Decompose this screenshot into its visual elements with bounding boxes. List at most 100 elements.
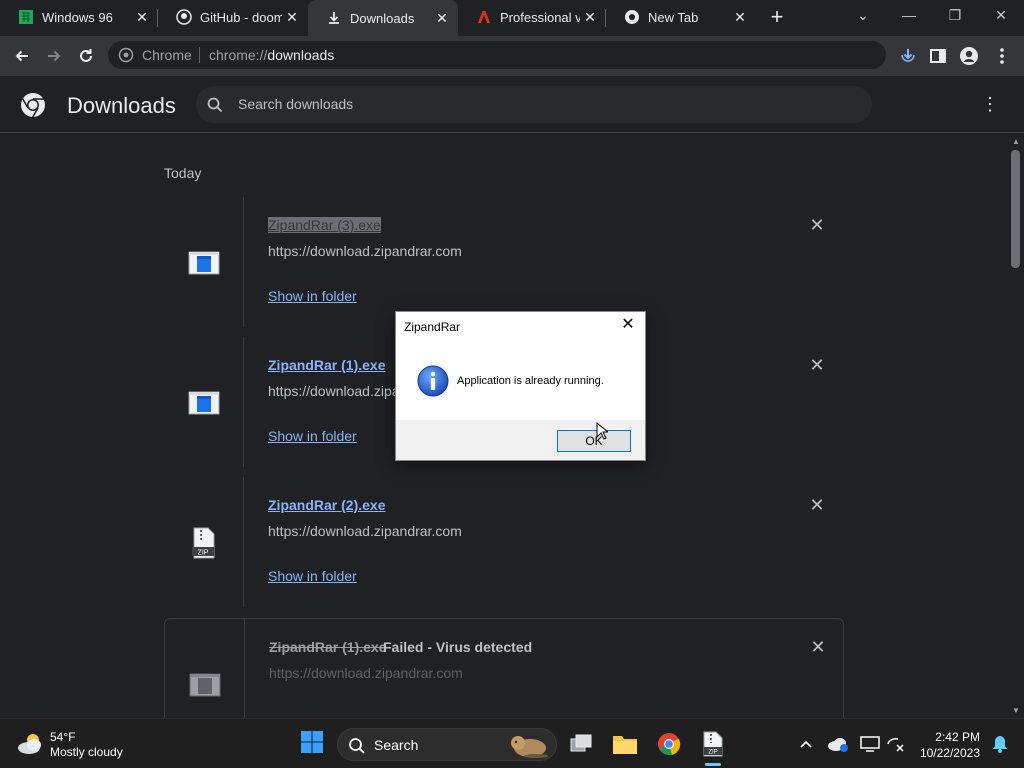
tab-github[interactable]: GitHub - doom ✕ [158,0,308,34]
show-in-folder-link[interactable]: Show in folder [268,428,357,444]
zip-app-taskbar-icon[interactable]: ZIP [697,728,729,760]
remove-download-icon[interactable]: ✕ [807,355,827,375]
system-clock[interactable]: 2:42 PM 10/22/2023 [920,729,980,761]
tab-close-icon[interactable]: ✕ [282,7,302,27]
weather-widget[interactable]: 54°F Mostly cloudy [16,729,156,759]
chrome-scheme-icon [118,47,134,63]
scroll-up-icon[interactable]: ▲ [1011,137,1021,147]
forward-arrow-icon[interactable] [40,42,68,70]
download-file-name: ZipandRar (1).exe [269,639,387,655]
exe-file-icon [188,247,220,279]
tab-close-icon[interactable]: ✕ [132,7,152,27]
window-close-icon[interactable]: ✕ [978,0,1024,30]
file-icon-column [164,337,244,467]
mouse-cursor-icon [596,421,610,445]
file-icon-column: ZIP [164,477,244,607]
remove-download-icon[interactable]: ✕ [808,637,828,657]
date-heading: Today [164,165,202,181]
download-item: ZIP ZipandRar (2).exe https://download.z… [164,477,844,607]
tab-close-icon[interactable]: ✕ [432,8,452,28]
download-icon [326,10,342,26]
start-button[interactable] [296,728,328,760]
url-text[interactable]: chrome://downloads [209,47,334,63]
show-hidden-icons-chevron-icon[interactable] [790,728,822,760]
tab-new-tab[interactable]: New Tab ✕ [606,0,756,34]
downloads-toolbar-icon[interactable] [894,42,922,70]
search-highlight-illustration-icon [506,731,550,764]
tab-professional[interactable]: Professional vi ✕ [458,0,606,34]
windows96-icon [18,9,34,25]
clock-time: 2:42 PM [935,730,980,744]
active-app-indicator [705,763,721,766]
network-muted-icon[interactable] [880,728,912,760]
info-icon [417,365,449,397]
new-tab-plus-icon[interactable]: + [766,6,788,28]
taskbar-search-label: Search [374,737,419,753]
reload-icon[interactable] [72,42,100,70]
download-file-name[interactable]: ZipandRar (2).exe [268,497,385,513]
dialog-close-icon[interactable]: ✕ [619,316,637,334]
download-file-name[interactable]: ZipandRar (3).exe [268,217,381,233]
page-title: Downloads [67,93,176,118]
weather-temperature: 54°F [50,730,76,744]
download-status: Failed - Virus detected [383,639,533,655]
profile-avatar-icon[interactable] [955,42,983,70]
address-bar[interactable]: Chrome chrome://downloads [108,41,886,69]
tab-title: New Tab [648,9,699,25]
taskbar-search-icon [348,737,366,760]
show-in-folder-link[interactable]: Show in folder [268,568,357,584]
tab-title: Downloads [350,10,415,26]
remove-download-icon[interactable]: ✕ [807,495,827,515]
download-source-url: https://download.zipandrar.com [269,665,463,681]
adobe-icon [476,9,492,25]
side-panel-icon[interactable] [924,42,952,70]
exe-file-icon [189,669,221,701]
tab-search-chevron-icon[interactable]: ⌄ [840,0,886,30]
tab-title: GitHub - doom [200,9,282,25]
exe-file-icon [188,387,220,419]
task-view-icon[interactable] [565,728,597,760]
taskbar-search-box[interactable]: Search [337,728,557,761]
tab-downloads[interactable]: Downloads ✕ [308,0,458,36]
restore-icon[interactable]: ❐ [932,0,978,30]
back-arrow-icon[interactable] [8,42,36,70]
file-explorer-icon[interactable] [609,728,641,760]
scrollbar-thumb[interactable] [1011,150,1020,268]
cloudy-weather-icon [16,731,46,762]
search-downloads-box[interactable] [196,86,872,123]
chrome-taskbar-icon[interactable] [653,728,685,760]
show-in-folder-link[interactable]: Show in folder [268,288,357,304]
page-scrollbar[interactable]: ▲ ▼ [1008,134,1024,718]
onedrive-icon[interactable] [822,728,854,760]
tab-strip: Windows 96 ✕ GitHub - doom ✕ Downloads ✕… [0,0,1024,36]
windows-taskbar: 54°F Mostly cloudy Search ZIP 2:42 PM 10… [0,718,1024,768]
tab-windows96[interactable]: Windows 96 ✕ [0,0,158,34]
tab-close-icon[interactable]: ✕ [580,7,600,27]
file-icon-column [165,619,245,718]
download-item: ZipandRar (3).exe https://download.zipan… [164,197,844,327]
github-icon [176,9,192,25]
url-host: downloads [267,47,335,63]
ok-button[interactable]: OK [557,430,631,452]
remove-download-icon[interactable]: ✕ [807,215,827,235]
search-input[interactable] [238,94,838,114]
tab-close-icon[interactable]: ✕ [730,7,750,27]
download-source-url: https://download.zipandrar.com [268,243,462,259]
minimize-icon[interactable]: — [886,0,932,30]
chrome-menu-icon[interactable] [988,42,1016,70]
tab-title: Professional vi [500,9,580,25]
dialog-title: ZipandRar [404,320,461,334]
notification-bell-icon[interactable] [984,728,1016,760]
clock-date: 10/22/2023 [919,746,980,760]
download-file-name[interactable]: ZipandRar (1).exe [268,357,385,373]
more-actions-icon[interactable]: ⋮ [980,94,1000,116]
message-dialog: ZipandRar ✕ Application is already runni… [395,311,646,461]
scroll-down-icon[interactable]: ▼ [1011,706,1021,716]
downloads-header: Downloads ⋮ [0,76,1024,133]
chrome-logo-icon [20,92,46,118]
dialog-message: Application is already running. [457,375,604,387]
url-scheme: chrome:// [209,47,268,63]
omnibox-divider [199,47,200,63]
chrome-icon [624,9,640,25]
download-item-failed: ZipandRar (1).exe Failed - Virus detecte… [164,618,844,718]
